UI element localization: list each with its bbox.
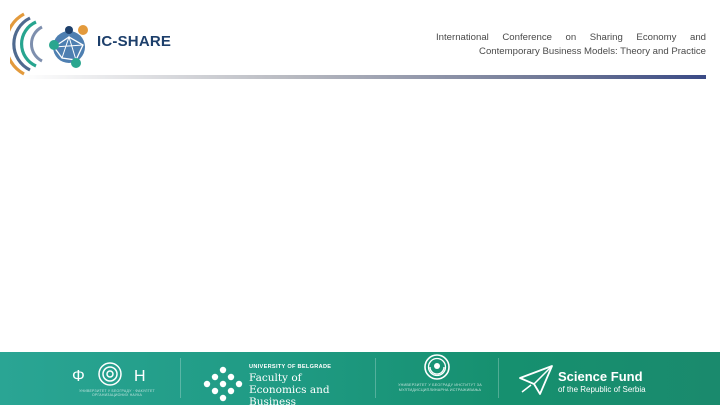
institute-caption: УНИВЕРЗИТЕТ У БЕОГРАДУ ИНСТИТУТ ЗА МУЛТИ… (398, 383, 482, 392)
svg-text:H: H (134, 368, 146, 385)
science-fund-title: Science Fund (558, 369, 643, 384)
science-fund-logo: Science Fund of the Republic of Serbia (518, 361, 688, 399)
institute-logo: УНИВЕРЗИТЕТ У БЕОГРАДУ ИНСТИТУТ ЗА МУЛТИ… (395, 354, 485, 404)
conference-title: International Conference on Sharing Econ… (436, 32, 706, 57)
fon-caption: УНИВЕРЗИТЕТ У БЕОГРАДУ · ФАКУЛТЕТ ОРГАНИ… (79, 389, 155, 398)
header-divider (20, 75, 706, 79)
feb-dots-icon (203, 366, 243, 402)
ic-share-logo-icon (4, 8, 98, 78)
science-fund-subtitle: of the Republic of Serbia (558, 385, 646, 394)
paper-plane-icon (519, 365, 553, 395)
logo-text: IC-SHARE (97, 33, 172, 50)
footer-banner: Φ H УНИВЕРЗИТЕТ У БЕОГРАДУ · ФАКУЛТЕТ ОР… (0, 352, 720, 408)
fon-emblem-icon: Φ H (72, 362, 146, 386)
footer-divider (498, 358, 499, 398)
institute-emblem-icon (424, 354, 450, 380)
footer-divider (180, 358, 181, 398)
feb-logo: UNIVERSITY OF BELGRADE Faculty of Econom… (203, 362, 343, 408)
svg-text:Φ: Φ (72, 368, 85, 385)
header: IC-SHARE International Conference on Sha… (0, 0, 720, 82)
footer-divider (375, 358, 376, 398)
fon-logo: Φ H УНИВЕРЗИТЕТ У БЕОГРАДУ · ФАКУЛТЕТ ОР… (70, 361, 165, 401)
feb-university-label: UNIVERSITY OF BELGRADE (249, 364, 332, 370)
feb-faculty-name: Faculty of Economics and Business (249, 372, 330, 408)
